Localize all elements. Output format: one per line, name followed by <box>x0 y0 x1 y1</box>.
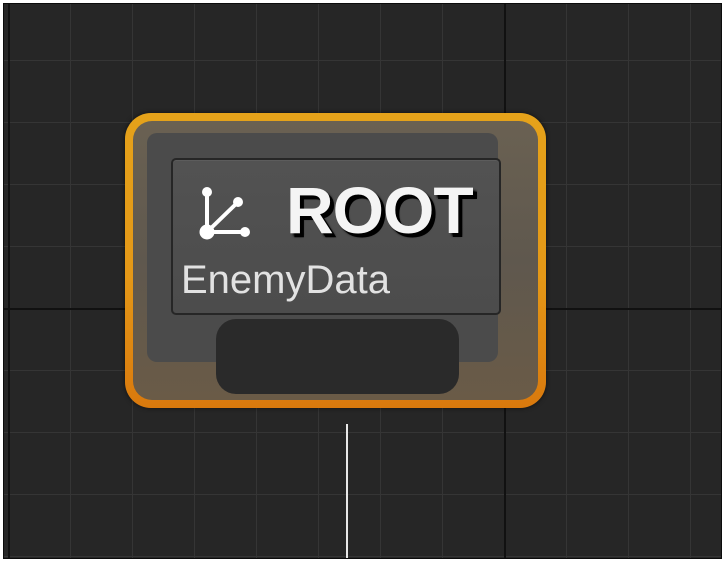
root-node[interactable]: ROOT EnemyData <box>125 113 546 408</box>
behavior-tree-graph-canvas[interactable]: ROOT EnemyData <box>3 3 722 559</box>
connection-wire <box>346 424 348 558</box>
tree-branch-icon <box>193 182 253 242</box>
output-pin[interactable] <box>216 319 459 394</box>
root-node-title-box[interactable]: ROOT EnemyData <box>171 158 501 315</box>
node-subtitle: EnemyData <box>181 258 390 302</box>
node-title: ROOT <box>286 173 474 247</box>
